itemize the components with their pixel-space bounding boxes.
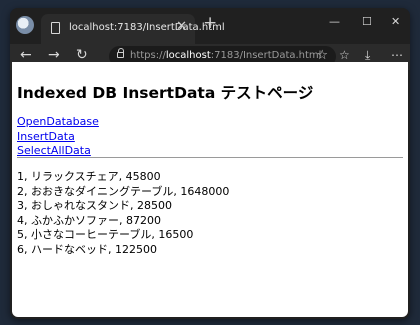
address-url[interactable]: https://localhost:7183/InsertData.html [130,50,321,61]
close-tab-icon[interactable]: ✕ [176,19,187,34]
document-icon [51,22,60,34]
back-icon[interactable]: ← [20,47,32,63]
result-row: 4, ふかふかソファー, 87200 [17,213,161,227]
page-heading: Indexed DB InsertData テストページ [17,84,314,102]
result-row: 6, ハードなベッド, 122500 [17,242,157,256]
result-row: 3, おしゃれなスタンド, 28500 [17,199,172,212]
tab-title: localhost:7183/InsertData.html [69,22,225,33]
result-row: 2, おおきなダイニングテーブル, 1648000 [17,184,230,198]
page-content: Indexed DB InsertData テストページ OpenDatabas… [12,62,408,317]
active-tab[interactable]: localhost:7183/InsertData.html ✕ [41,14,225,44]
favorite-star-icon[interactable]: ☆ [316,48,328,63]
tab-bar: localhost:7183/InsertData.html ✕ + — ☐ ✕ [10,8,410,44]
result-row: 1, リラックスチェア, 45800 [17,170,161,183]
collections-icon[interactable]: ☆ [339,48,350,62]
reload-icon[interactable]: ↻ [76,47,88,63]
browser-window: localhost:7183/InsertData.html ✕ + — ☐ ✕… [10,8,410,319]
lock-icon[interactable] [117,48,124,58]
action-links: OpenDatabase InsertData SelectAllData [17,115,99,159]
open-database-link[interactable]: OpenDatabase [17,115,99,130]
insert-data-link[interactable]: InsertData [17,130,99,145]
window-close-icon[interactable]: ✕ [391,15,400,28]
result-list: 1, リラックスチェア, 45800 2, おおきなダイニングテーブル, 164… [17,170,229,257]
maximize-icon[interactable]: ☐ [362,15,372,28]
result-row: 5, 小さなコーヒーテーブル, 16500 [17,228,194,241]
divider [17,157,403,158]
new-tab-icon[interactable]: + [203,13,217,33]
more-menu-icon[interactable]: ⋯ [391,48,403,62]
minimize-icon[interactable]: — [329,15,340,28]
forward-icon[interactable]: → [48,47,60,63]
downloads-icon[interactable]: ⤓ [365,48,370,63]
browser-logo-icon[interactable] [16,16,34,34]
